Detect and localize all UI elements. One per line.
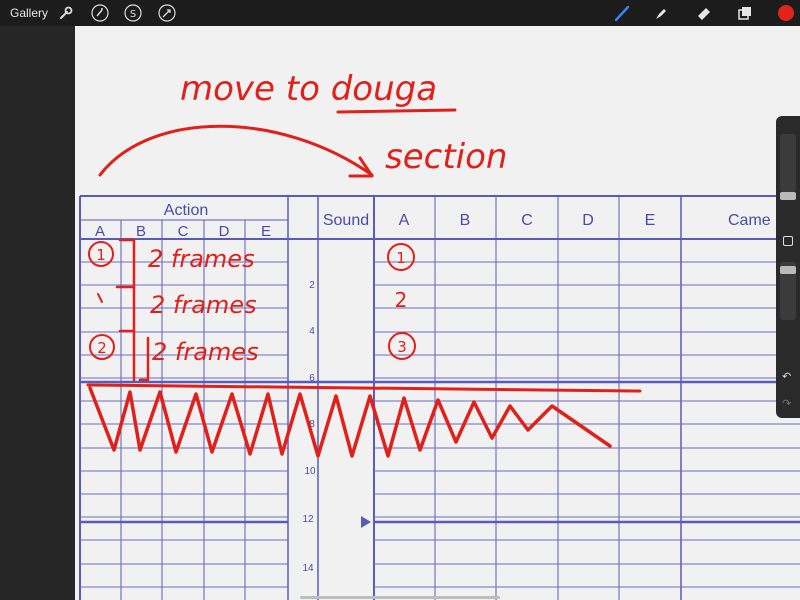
color-icon[interactable] (777, 4, 795, 22)
frames-note: 2 frames (150, 291, 257, 319)
undo-icon[interactable]: ↶ (782, 370, 791, 383)
color-swatch (778, 5, 794, 21)
tick-mark (97, 293, 103, 303)
crossout-scribble (88, 386, 612, 458)
frames-note: 2 frames (152, 338, 259, 366)
bracket-line (138, 336, 150, 382)
dialogue-col-a: A (399, 212, 410, 229)
sound-header: Sound (323, 212, 369, 229)
dialogue-col-e: E (645, 212, 656, 229)
annotation-title-line1: move to douga (180, 69, 437, 109)
action-col-d: D (219, 223, 230, 240)
play-marker-icon (361, 516, 371, 528)
timesheet-drawing: Action A B C D E Sound A B C D E Came 2 … (79, 69, 800, 600)
wrench-icon[interactable] (57, 4, 75, 22)
action-col-c: C (178, 223, 189, 240)
top-toolbar: Gallery S (0, 0, 800, 26)
action-col-a: A (95, 223, 105, 240)
left-margin (0, 26, 75, 600)
crossout-line (86, 383, 642, 393)
svg-text:S: S (130, 9, 136, 20)
frame-number: 10 (304, 466, 316, 477)
frames-note: 2 frames (148, 245, 255, 273)
camera-header: Came (728, 212, 771, 229)
left-marker: 2 (97, 339, 107, 357)
side-adjustment-panel: ↶ ↷ (776, 116, 800, 418)
bracket-line (118, 238, 136, 382)
right-marker: 3 (397, 338, 407, 356)
selection-s-icon[interactable]: S (124, 4, 142, 22)
opacity-slider[interactable] (780, 262, 796, 320)
right-marker: 1 (396, 249, 406, 267)
eraser-icon[interactable] (695, 4, 713, 22)
brush-icon[interactable] (613, 4, 631, 22)
frame-number: 2 (309, 280, 315, 291)
action-col-e: E (261, 223, 271, 240)
opacity-knob[interactable] (780, 266, 796, 274)
gallery-button[interactable]: Gallery (10, 6, 48, 20)
right-marker: 2 (395, 288, 408, 312)
action-col-b: B (136, 223, 146, 240)
canvas-scrollbar[interactable] (300, 596, 500, 599)
brush-size-slider[interactable] (780, 134, 796, 200)
brush-size-knob[interactable] (780, 192, 796, 200)
dialogue-col-d: D (582, 212, 594, 229)
dialogue-col-c: C (521, 212, 533, 229)
action-header: Action (164, 202, 208, 219)
frame-number: 14 (302, 563, 314, 574)
curved-arrow (98, 124, 374, 177)
layers-icon[interactable] (736, 4, 754, 22)
left-marker: 1 (96, 246, 106, 264)
smudge-icon[interactable] (652, 4, 670, 22)
drawing-canvas[interactable]: Action A B C D E Sound A B C D E Came 2 … (75, 26, 800, 600)
redo-icon[interactable]: ↷ (782, 397, 791, 410)
frame-number: 6 (309, 373, 315, 384)
frame-number: 12 (302, 514, 314, 525)
magic-wand-icon[interactable] (91, 4, 109, 22)
underline-stroke (336, 108, 457, 114)
frame-number: 4 (309, 326, 315, 337)
modify-button[interactable] (783, 236, 793, 246)
dialogue-col-b: B (460, 212, 471, 229)
transform-arrow-icon[interactable] (158, 4, 176, 22)
annotation-title-line2: section (385, 137, 507, 177)
